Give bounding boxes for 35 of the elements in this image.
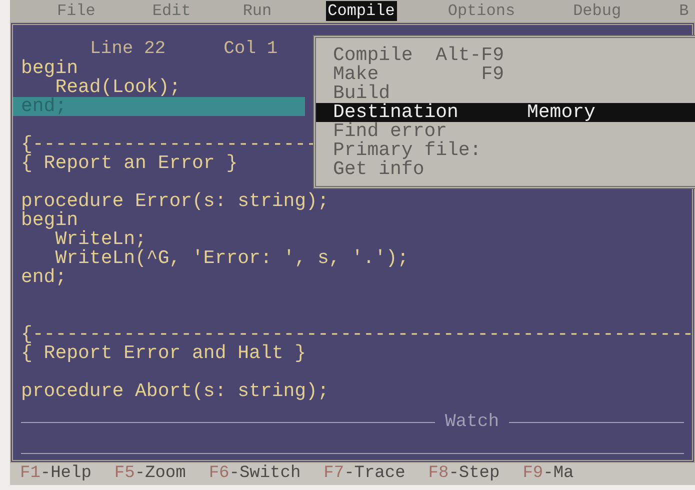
menu-option[interactable]: Destination Memory [316, 103, 695, 122]
menu-item[interactable]: B [677, 1, 691, 21]
code-line: { Report an Error } [21, 154, 238, 173]
code-line: {------------------------- [21, 135, 318, 154]
menu-item[interactable]: Run [240, 1, 274, 21]
menu-option[interactable]: Find error [316, 122, 695, 141]
code-line: procedure Error(s: string); [21, 192, 329, 211]
function-key-hint[interactable]: F8-Step [428, 461, 500, 487]
code-line: end; [21, 268, 67, 287]
menu-option[interactable]: Build [316, 84, 695, 103]
code-line: { Report Error and Halt } [21, 344, 306, 363]
function-key-hint[interactable]: F1-Help [20, 461, 92, 487]
code-line: begin [21, 59, 78, 78]
column-indicator: Col 1 [224, 40, 278, 59]
menu-item[interactable]: Edit [150, 1, 193, 21]
watch-title: Watch [444, 411, 500, 434]
function-key-hint[interactable]: F5-Zoom [114, 461, 186, 487]
code-line: begin [21, 211, 78, 230]
function-key-hint[interactable]: F6-Switch [208, 461, 301, 487]
menu-option[interactable]: Compile Alt-F9 [316, 46, 695, 65]
menu-option[interactable]: Make F9 [316, 65, 695, 84]
function-key-hint[interactable]: F7-Trace [324, 461, 406, 487]
menu-option[interactable]: Get info [316, 160, 695, 179]
line-indicator: Line 22 [90, 40, 166, 59]
function-key-hint[interactable]: F9-Ma [522, 461, 574, 487]
menu-option[interactable]: Primary file: [316, 141, 695, 160]
code-line: Read(Look); [55, 78, 181, 97]
code-line: {---------------------------------------------------------- [21, 325, 692, 344]
code-line: procedure Abort(s: string); [21, 382, 329, 401]
menu-item[interactable]: Compile [326, 1, 397, 21]
code-line: WriteLn; [55, 230, 146, 249]
code-line: WriteLn(^G, 'Error: ', s, '.'); [55, 249, 409, 268]
menu-item[interactable]: Debug [571, 1, 624, 21]
menu-item[interactable]: File [55, 1, 98, 21]
menu-item[interactable]: Options [446, 1, 518, 21]
